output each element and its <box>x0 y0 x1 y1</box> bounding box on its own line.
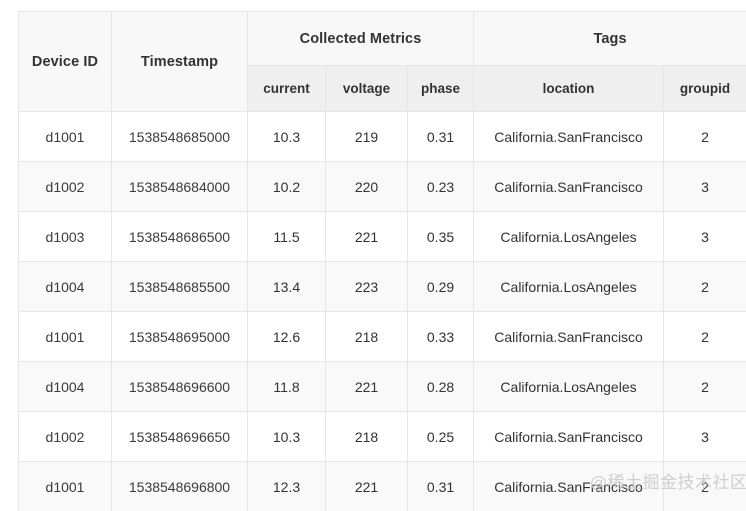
cell-location: California.SanFrancisco <box>473 161 665 212</box>
cell-timestamp: 1538548685500 <box>111 261 248 312</box>
column-header-device-id[interactable]: Device ID <box>18 11 112 112</box>
cell-phase: 0.35 <box>406 211 475 262</box>
column-header-voltage[interactable]: voltage <box>325 65 408 112</box>
cell-voltage: 223 <box>325 261 408 312</box>
header-group-row: Device ID Timestamp Collected Metrics Ta… <box>18 11 746 112</box>
cell-device-id: d1001 <box>18 111 112 162</box>
cell-voltage: 221 <box>325 461 408 511</box>
cell-device-id: d1004 <box>18 261 112 312</box>
cell-device-id: d1001 <box>18 461 112 511</box>
cell-phase: 0.31 <box>406 461 475 511</box>
cell-location: California.LosAngeles <box>473 361 665 412</box>
table-row[interactable]: d1002 1538548684000 10.2 220 0.23 California.… <box>18 161 746 212</box>
cell-timestamp: 1538548685000 <box>111 111 248 162</box>
cell-current: 10.3 <box>247 111 326 162</box>
cell-voltage: 221 <box>325 361 408 412</box>
device-metrics-table: Device ID Timestamp Collected Metrics Ta… <box>18 11 746 511</box>
table-body: d1001 1538548685000 10.3 219 0.31 California.… <box>18 111 746 511</box>
cell-groupid: 2 <box>663 361 746 412</box>
cell-voltage: 220 <box>325 161 408 212</box>
cell-phase: 0.31 <box>406 111 475 162</box>
cell-device-id: d1003 <box>18 211 112 262</box>
cell-current: 12.6 <box>247 311 326 362</box>
cell-location: California.SanFrancisco <box>473 111 665 162</box>
table-row[interactable]: d1001 1538548696800 12.3 221 0.31 California.… <box>18 461 746 511</box>
cell-phase: 0.29 <box>406 261 475 312</box>
column-group-header-collected-metrics: Collected Metrics <box>246 11 475 66</box>
cell-device-id: d1004 <box>18 361 112 412</box>
cell-device-id: d1002 <box>18 161 112 212</box>
cell-timestamp: 1538548696800 <box>111 461 248 511</box>
column-header-groupid[interactable]: groupid <box>663 65 746 112</box>
cell-location: California.LosAngeles <box>473 211 665 262</box>
cell-timestamp: 1538548684000 <box>111 161 248 212</box>
column-header-timestamp[interactable]: Timestamp <box>111 11 248 112</box>
cell-current: 10.3 <box>247 411 326 462</box>
column-group-header-tags: Tags <box>473 11 746 66</box>
cell-location: California.SanFrancisco <box>473 311 665 362</box>
cell-phase: 0.25 <box>406 411 475 462</box>
cell-voltage: 218 <box>325 311 408 362</box>
cell-voltage: 218 <box>325 411 408 462</box>
cell-current: 11.8 <box>247 361 326 412</box>
cell-groupid: 3 <box>663 211 746 262</box>
table-row[interactable]: d1004 1538548696600 11.8 221 0.28 California.… <box>18 361 746 412</box>
cell-voltage: 221 <box>325 211 408 262</box>
cell-phase: 0.28 <box>406 361 475 412</box>
cell-groupid: 2 <box>663 261 746 312</box>
cell-groupid: 3 <box>663 411 746 462</box>
table-row[interactable]: d1004 1538548685500 13.4 223 0.29 California.… <box>18 261 746 312</box>
cell-timestamp: 1538548696600 <box>111 361 248 412</box>
cell-current: 13.4 <box>247 261 326 312</box>
column-header-phase[interactable]: phase <box>406 65 475 112</box>
table-row[interactable]: d1002 1538548696650 10.3 218 0.25 California.… <box>18 411 746 462</box>
cell-groupid: 2 <box>663 461 746 511</box>
cell-location: California.SanFrancisco <box>473 411 665 462</box>
cell-groupid: 2 <box>663 111 746 162</box>
column-header-location[interactable]: location <box>473 65 665 112</box>
cell-groupid: 2 <box>663 311 746 362</box>
cell-device-id: d1001 <box>18 311 112 362</box>
cell-groupid: 3 <box>663 161 746 212</box>
cell-timestamp: 1538548695000 <box>111 311 248 362</box>
cell-device-id: d1002 <box>18 411 112 462</box>
cell-timestamp: 1538548696650 <box>111 411 248 462</box>
table-header: Device ID Timestamp Collected Metrics Ta… <box>18 11 746 112</box>
cell-timestamp: 1538548686500 <box>111 211 248 262</box>
table-row[interactable]: d1001 1538548695000 12.6 218 0.33 California.… <box>18 311 746 362</box>
cell-current: 11.5 <box>247 211 326 262</box>
cell-voltage: 219 <box>325 111 408 162</box>
table-row[interactable]: d1003 1538548686500 11.5 221 0.35 California.… <box>18 211 746 262</box>
column-header-current[interactable]: current <box>247 65 326 112</box>
cell-current: 10.2 <box>247 161 326 212</box>
screenshot-root: Device ID Timestamp Collected Metrics Ta… <box>0 0 746 511</box>
cell-location: California.LosAngeles <box>473 261 665 312</box>
cell-phase: 0.33 <box>406 311 475 362</box>
table-row[interactable]: d1001 1538548685000 10.3 219 0.31 California.… <box>18 111 746 162</box>
cell-phase: 0.23 <box>406 161 475 212</box>
cell-current: 12.3 <box>247 461 326 511</box>
cell-location: California.SanFrancisco <box>473 461 665 511</box>
